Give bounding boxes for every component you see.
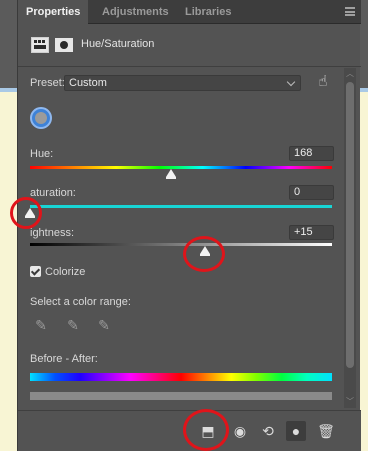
hue-slider-thumb[interactable] <box>166 169 176 179</box>
tab-libraries[interactable]: Libraries <box>177 0 239 24</box>
eyedropper-icon[interactable]: ✎ <box>32 316 50 334</box>
lightness-label: ightness: <box>30 227 75 239</box>
eyedropper-minus-icon[interactable]: ✎ <box>95 316 113 334</box>
scroll-thumb[interactable] <box>346 82 354 368</box>
saturation-value-field[interactable]: 0 <box>289 185 334 200</box>
color-range-label: Select a color range: <box>30 296 131 308</box>
scroll-up-icon[interactable]: ︿ <box>346 70 354 78</box>
preset-value: Custom <box>69 77 107 89</box>
hand-pointer-icon[interactable]: ☝ <box>313 72 333 92</box>
hue-slider-track[interactable] <box>30 166 332 169</box>
properties-panel: Properties Adjustments Libraries Hue/Sat… <box>17 0 361 451</box>
chevron-down-icon <box>286 77 296 87</box>
saturation-label: aturation: <box>30 187 76 199</box>
view-previous-state-icon[interactable]: ◉ <box>230 421 250 441</box>
tab-adjustments[interactable]: Adjustments <box>94 0 177 24</box>
lightness-slider-track[interactable] <box>30 243 332 246</box>
colorize-checkbox[interactable] <box>30 266 41 277</box>
panel-title: Hue/Saturation <box>81 38 155 50</box>
panel-title-row: Hue/Saturation <box>18 25 361 67</box>
trash-icon[interactable]: 🗑 <box>316 421 336 441</box>
reset-icon[interactable]: ⟲ <box>258 421 278 441</box>
mask-icon[interactable] <box>55 38 73 52</box>
scroll-down-icon[interactable]: ﹀ <box>346 398 354 406</box>
hue-value-field[interactable]: 168 <box>289 146 334 161</box>
hamburger-menu-icon[interactable] <box>345 7 355 16</box>
annotation-circle-saturation <box>10 197 42 229</box>
hue-label: Hue: <box>30 148 54 160</box>
preset-label: Preset: <box>30 77 65 89</box>
adjustment-layer-icon[interactable] <box>31 37 49 53</box>
saturation-slider-track[interactable] <box>30 205 332 208</box>
before-after-label: Before - After: <box>30 353 98 365</box>
lightness-value-field[interactable]: +15 <box>289 225 334 240</box>
preset-select[interactable]: Custom <box>64 75 301 91</box>
panel-scrollbar[interactable]: ︿ ﹀ <box>344 68 356 408</box>
panel-tab-bar: Properties Adjustments Libraries <box>18 0 361 25</box>
color-sample-icon[interactable] <box>30 107 52 129</box>
annotation-circle-clip <box>183 409 229 451</box>
after-color-bar <box>30 373 332 381</box>
eyedropper-plus-icon[interactable]: ✎ <box>64 316 82 334</box>
tab-properties[interactable]: Properties <box>18 0 89 25</box>
annotation-circle-lightness <box>183 236 225 272</box>
visibility-eye-icon[interactable]: ● <box>286 421 306 441</box>
colorize-label: Colorize <box>45 266 86 278</box>
before-color-bar <box>30 392 332 400</box>
